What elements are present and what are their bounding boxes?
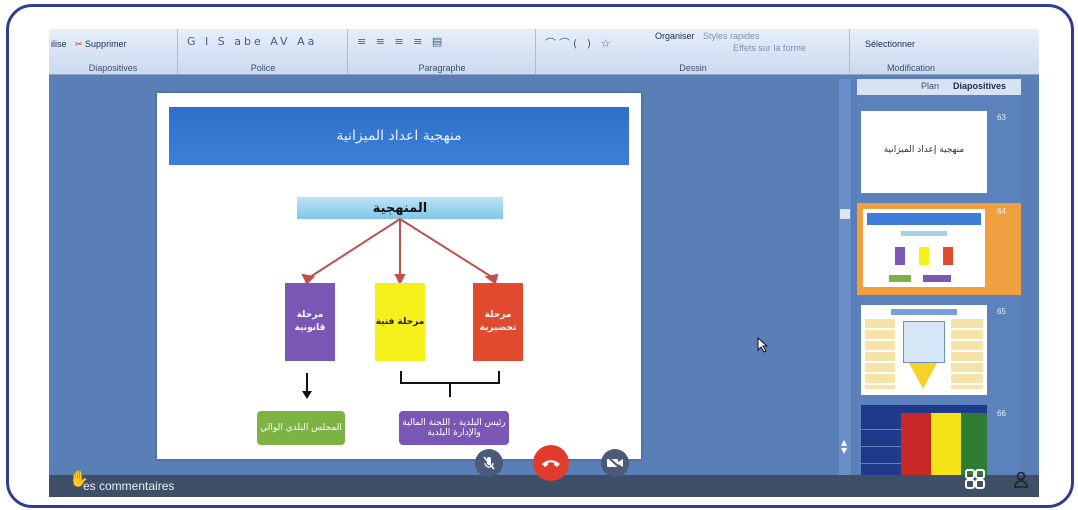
technical-phase-box: مرحلة فنية: [375, 283, 425, 361]
tab-plan[interactable]: Plan: [921, 81, 939, 91]
ribbon-group-dispositives: ilise ✂ Supprimer Diapositives: [49, 29, 178, 74]
shared-screen: ilise ✂ Supprimer Diapositives G I S abe…: [49, 29, 1039, 497]
slide-thumb-63[interactable]: منهجية إعداد الميزانية: [861, 111, 987, 193]
ribbon: ilise ✂ Supprimer Diapositives G I S abe…: [49, 29, 1039, 75]
thumb-block: [909, 363, 937, 389]
thumb-text: منهجية إعداد الميزانية: [883, 145, 965, 155]
shape-effects-button[interactable]: Effets sur la forme: [733, 43, 806, 53]
delete-slide-label: Supprimer: [85, 39, 127, 49]
thumb-box: [923, 275, 951, 282]
thumb-box: [919, 247, 929, 265]
mouse-cursor-icon: [757, 337, 769, 353]
shape-tools[interactable]: ⌒⌒( ) ☆: [545, 35, 613, 51]
scroll-arrows[interactable]: ▲ ▼: [841, 439, 847, 455]
ribbon-prefix: ilise: [51, 39, 67, 49]
thumb-header: [891, 309, 957, 315]
participants-button[interactable]: [1013, 471, 1031, 489]
diagram-arrows: [301, 218, 500, 399]
camera-button[interactable]: [601, 449, 629, 477]
preparatory-phase-box: مرحلة تحضيرية: [473, 283, 523, 361]
paragraph-tools[interactable]: ≡ ≡ ≡ ≡ ▤: [357, 35, 445, 48]
thumb-box: [889, 275, 911, 282]
ribbon-group-label: Dessin: [679, 63, 707, 73]
ribbon-group-label: Modification: [886, 63, 936, 73]
thumb-title-bar: [867, 213, 981, 225]
comments-label: es commentaires: [83, 479, 175, 493]
mayor-committee-box: رئيس البلدية ، اللجنة المالية والإدارة ا…: [399, 411, 509, 445]
quick-styles-button[interactable]: Styles rapides: [703, 31, 760, 41]
hangup-button[interactable]: [533, 445, 569, 481]
ribbon-group-dessin: ⌒⌒( ) ☆ Organiser Styles rapides Effets …: [537, 29, 850, 74]
thumb-box: [943, 247, 953, 265]
mic-off-icon: [483, 456, 495, 470]
thumb-block: [951, 319, 983, 389]
council-box: المجلس البلدي الوالي: [257, 411, 345, 445]
scroll-thumb[interactable]: [840, 209, 850, 219]
organize-button[interactable]: Organiser: [655, 31, 695, 41]
ribbon-group-label: Police: [250, 63, 276, 73]
grid-view-button[interactable]: [965, 469, 985, 489]
mute-button[interactable]: [475, 449, 503, 477]
select-button[interactable]: Sélectionner: [865, 39, 915, 49]
ribbon-group-police: G I S abe AV Aa Police: [179, 29, 348, 74]
video-call-frame: ilise ✂ Supprimer Diapositives G I S abe…: [6, 4, 1074, 508]
participants-icon: [1014, 471, 1028, 488]
vertical-scrollbar[interactable]: ▲ ▼: [839, 79, 851, 497]
slide-thumb-64-selected[interactable]: [857, 203, 1021, 295]
slide-thumb-64: [863, 209, 985, 287]
hangup-icon: [542, 460, 560, 467]
slide-number: 65: [997, 307, 1006, 316]
ribbon-group-modification: Sélectionner Modification: [851, 29, 971, 74]
thumb-method: [901, 231, 947, 236]
ribbon-group-label: Diapositives: [88, 63, 138, 73]
thumb-block: [865, 319, 895, 389]
hand-icon[interactable]: ✋: [69, 469, 89, 488]
slide-canvas[interactable]: منهجية اعداد الميزانية المنهجية مرحلة قا…: [157, 93, 641, 459]
ribbon-group-paragraphe: ≡ ≡ ≡ ≡ ▤ Paragraphe: [349, 29, 536, 74]
tab-dispositives[interactable]: Diapositives: [953, 81, 1006, 91]
thumb-block: [903, 321, 945, 363]
delete-slide-button[interactable]: ✂ Supprimer: [75, 39, 127, 50]
ribbon-group-label: Paragraphe: [418, 63, 466, 73]
slide-number: 64: [997, 207, 1006, 216]
thumb-box: [895, 247, 905, 265]
legal-phase-box: مرحلة قانونية: [285, 283, 335, 361]
slide-thumb-65[interactable]: [861, 305, 987, 395]
camera-off-icon: [607, 456, 623, 470]
slide-number: 66: [997, 409, 1006, 418]
slide-number: 63: [997, 113, 1006, 122]
font-tools[interactable]: G I S abe AV Aa: [187, 35, 317, 48]
slides-pane: Plan Diapositives منهجية إعداد الميزانية…: [857, 79, 1021, 497]
grid-icon: [965, 469, 985, 489]
delete-icon: ✂: [75, 39, 86, 49]
pane-tabs: Plan Diapositives: [857, 79, 1021, 95]
